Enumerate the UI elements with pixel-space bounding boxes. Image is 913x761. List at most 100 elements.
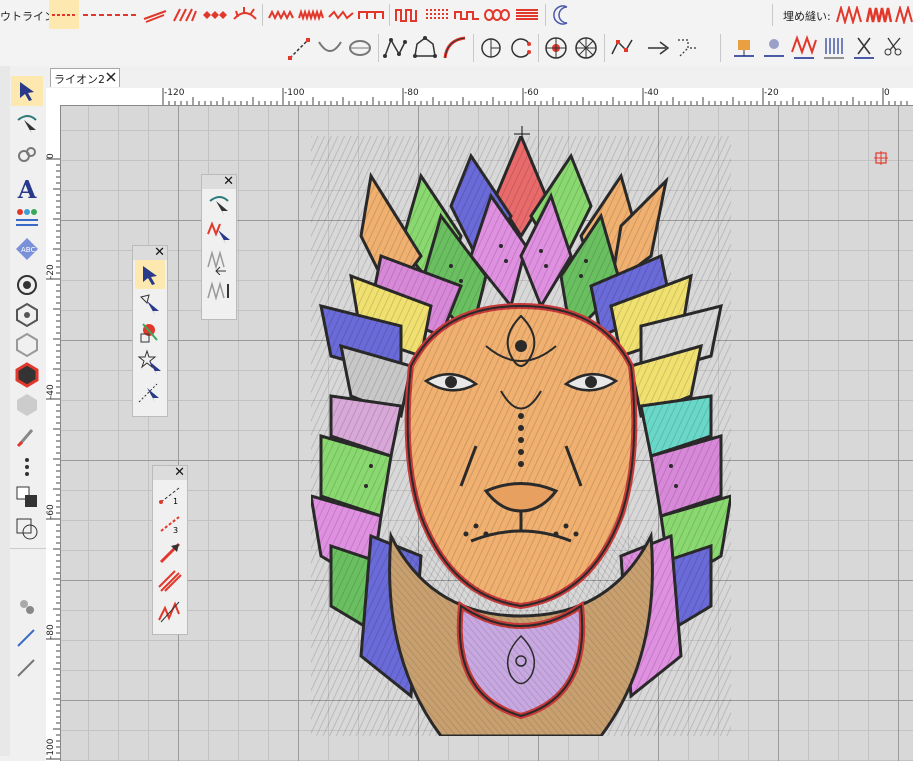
feather-stitch-button[interactable] xyxy=(230,0,260,29)
dots-tool-icon[interactable] xyxy=(11,452,43,482)
curve-tool-icon[interactable] xyxy=(315,33,345,63)
circle-arc-icon[interactable] xyxy=(506,33,536,63)
fill-arrow-icon[interactable] xyxy=(204,247,234,276)
line-3-icon[interactable]: 3 xyxy=(155,509,185,538)
palette-titlebar[interactable]: ✕ xyxy=(133,246,167,260)
outline-select-palette: ✕ xyxy=(201,174,237,320)
red-hexagon-icon[interactable] xyxy=(11,360,43,390)
pencil-tool-icon[interactable] xyxy=(11,652,43,682)
dashed-stitch-button[interactable] xyxy=(81,0,139,29)
dotted-arrow-icon[interactable] xyxy=(135,376,165,405)
grey-hexagon-icon[interactable] xyxy=(11,390,43,420)
abc-lettering-icon[interactable]: ABC xyxy=(11,234,43,264)
sequin-tool-icon[interactable] xyxy=(759,33,789,63)
select-arrow-icon[interactable] xyxy=(135,260,165,289)
polyline-tool-icon[interactable] xyxy=(380,33,410,63)
select-palette: ✕ xyxy=(132,245,168,417)
ruler-tick: -60 xyxy=(524,88,539,98)
zigzag-fill-icon[interactable] xyxy=(155,596,185,625)
circle-node-icon[interactable] xyxy=(476,33,506,63)
running-stitch-button[interactable] xyxy=(49,0,79,29)
polygon-tool-icon[interactable] xyxy=(410,33,440,63)
origin-marker-icon xyxy=(874,151,888,165)
arc-tool-icon[interactable] xyxy=(345,33,375,63)
select-arrow-icon[interactable] xyxy=(11,76,43,106)
scissors-icon[interactable] xyxy=(879,33,909,63)
ruler-tick: -100 xyxy=(46,738,56,759)
node-arrow-icon[interactable] xyxy=(135,289,165,318)
outline-arrow-icon[interactable] xyxy=(204,189,234,218)
pen-tool-icon[interactable] xyxy=(11,622,43,652)
svg-text:3: 3 xyxy=(173,526,178,535)
satin-stitch-button[interactable] xyxy=(170,0,200,29)
radial-tool-icon[interactable] xyxy=(541,33,571,63)
satin-column-button[interactable] xyxy=(512,0,542,29)
crescent-icon[interactable] xyxy=(548,0,578,29)
wave-stitch-button[interactable] xyxy=(326,0,356,29)
document-tab-label: ライオン2 xyxy=(54,73,105,86)
dotted-fill-button[interactable] xyxy=(422,0,452,29)
bead-tool-icon[interactable] xyxy=(11,592,43,622)
node-edit-icon[interactable] xyxy=(607,33,637,63)
ruler-tick: -80 xyxy=(46,624,56,639)
document-tab[interactable]: ライオン2 xyxy=(50,68,120,87)
ruler-tick: -80 xyxy=(404,88,419,98)
ruler-tick: -60 xyxy=(46,504,56,519)
fill-label: 埋め縫い: xyxy=(783,10,831,23)
stitch-path-icon[interactable] xyxy=(673,33,703,63)
knot-icon[interactable] xyxy=(11,140,43,170)
arrow-line-icon[interactable] xyxy=(155,538,185,567)
zigzag-stitch-button[interactable] xyxy=(266,0,296,29)
ruler-corner xyxy=(46,88,61,106)
close-icon[interactable]: ✕ xyxy=(154,246,165,259)
zigzag-tool-icon[interactable] xyxy=(789,33,819,63)
blanket-stitch-button[interactable] xyxy=(392,0,422,29)
close-icon[interactable]: ✕ xyxy=(174,466,185,479)
stitch-arrow-icon[interactable] xyxy=(204,218,234,247)
tatami-fill-button[interactable] xyxy=(864,0,894,29)
chain-stitch-button[interactable] xyxy=(482,0,512,29)
fill-direction-icon[interactable] xyxy=(204,276,234,305)
color-arrow-icon[interactable] xyxy=(135,318,165,347)
text-tool-icon[interactable]: A xyxy=(11,174,43,204)
direction-arrow-icon[interactable] xyxy=(643,33,673,63)
stitch-type-toolbar: ウトライン: 埋め縫い: xyxy=(0,0,913,31)
left-toolbox: A ABC xyxy=(0,66,46,761)
monogram-icon[interactable] xyxy=(11,204,43,230)
node-select-icon[interactable] xyxy=(11,108,43,138)
line-tool-icon[interactable] xyxy=(285,33,315,63)
dense-zigzag-button[interactable] xyxy=(296,0,326,29)
line-palette: ✕ 1 3 xyxy=(152,465,188,635)
left-partial-toolbar xyxy=(0,66,10,756)
fill-pattern-button[interactable] xyxy=(894,0,913,29)
bezier-tool-icon[interactable] xyxy=(440,33,470,63)
close-icon[interactable]: ✕ xyxy=(223,175,234,188)
satin-fill-button[interactable] xyxy=(834,0,864,29)
ruler-tick: 0 xyxy=(46,153,56,159)
loop-stitch-button[interactable] xyxy=(452,0,482,29)
ruler-tick: 0 xyxy=(884,88,890,98)
zigzag-line-icon[interactable] xyxy=(155,567,185,596)
star-arrow-icon[interactable] xyxy=(135,347,165,376)
triple-stitch-button[interactable] xyxy=(140,0,170,29)
hexagon-shape-icon[interactable] xyxy=(11,300,43,330)
horizontal-ruler: -120 -100 -80 -60 -40 -20 0 xyxy=(60,88,913,106)
design-canvas[interactable]: ✕ ✕ ✕ 1 3 xyxy=(61,106,913,761)
circle-shape-icon[interactable] xyxy=(11,270,43,300)
clip-shape-icon[interactable] xyxy=(11,514,43,544)
line-1-icon[interactable]: 1 xyxy=(155,480,185,509)
fringe-tool-icon[interactable] xyxy=(819,33,849,63)
wheel-tool-icon[interactable] xyxy=(571,33,601,63)
cut-tool-icon[interactable] xyxy=(849,33,879,63)
palette-titlebar[interactable]: ✕ xyxy=(202,175,236,189)
step-stitch-button[interactable] xyxy=(356,0,386,29)
color-swap-icon[interactable] xyxy=(11,482,43,512)
outline-hexagon-icon[interactable] xyxy=(11,330,43,360)
lion-embroidery-icon[interactable] xyxy=(311,136,731,736)
palette-titlebar[interactable]: ✕ xyxy=(153,466,187,480)
vertical-ruler: 0 -20 -40 -60 -80 -100 xyxy=(46,105,61,761)
brush-tool-icon[interactable] xyxy=(11,422,43,452)
close-icon[interactable] xyxy=(104,70,118,84)
diamond-stitch-button[interactable] xyxy=(200,0,230,29)
applique-tool-icon[interactable] xyxy=(729,33,759,63)
